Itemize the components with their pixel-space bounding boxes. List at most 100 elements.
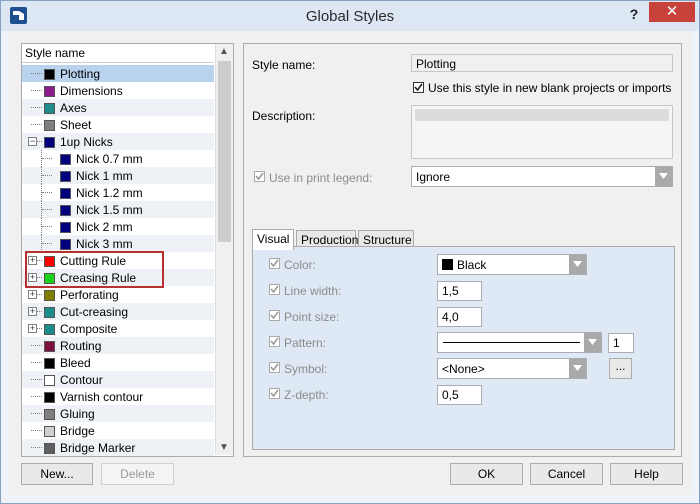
color-swatch-icon [44, 290, 55, 301]
color-swatch-icon [44, 103, 55, 114]
tree-item[interactable]: Sheet [22, 116, 214, 133]
expand-icon[interactable]: + [28, 290, 37, 299]
tree-item[interactable]: Plotting [22, 65, 214, 82]
help-button[interactable]: Help [610, 463, 683, 485]
tree-item-label: Nick 0.7 mm [76, 152, 143, 166]
chevron-down-icon[interactable] [569, 255, 586, 274]
pattern-dropdown[interactable] [437, 332, 602, 353]
tree-guide [31, 73, 42, 74]
tree-guide [31, 396, 42, 397]
scroll-down-arrow-icon[interactable]: ▼ [219, 442, 229, 453]
visual-option-checkbox[interactable] [269, 284, 280, 295]
point-size-field[interactable]: 4,0 [437, 307, 482, 327]
tree-item[interactable]: + Cut-creasing [22, 303, 214, 320]
color-swatch-icon [44, 443, 55, 454]
visual-option-checkbox[interactable] [269, 336, 280, 347]
color-swatch-icon [60, 154, 71, 165]
new-button[interactable]: New... [21, 463, 93, 485]
tree-item-label: Nick 1.2 mm [76, 186, 143, 200]
tree-guide [42, 158, 52, 159]
tree-item-label: Gluing [60, 407, 95, 421]
tree-item-label: Perforating [60, 288, 119, 302]
tree-guide [31, 90, 42, 91]
tree-item[interactable]: Bridge Marker [22, 439, 214, 456]
symbol-browse-button[interactable]: ... [609, 358, 632, 379]
tree-item[interactable]: Contour [22, 371, 214, 388]
tree-scrollbar[interactable]: ▲ ▼ [215, 44, 233, 455]
ok-button[interactable]: OK [450, 463, 523, 485]
scroll-thumb[interactable] [218, 61, 231, 242]
title-bar: Global Styles ? ✕ [1, 1, 699, 31]
tree-guide [42, 209, 52, 210]
cancel-button[interactable]: Cancel [530, 463, 603, 485]
tree-column-header[interactable]: Style name [22, 44, 214, 63]
tree-item[interactable]: Gluing [22, 405, 214, 422]
tree-item-label: Routing [60, 339, 102, 353]
tree-item[interactable]: Nick 1.5 mm [22, 201, 214, 218]
tree-item-label: Cut-creasing [60, 305, 129, 319]
color-dropdown[interactable]: Black [437, 254, 587, 275]
tree-item-label: Bridge [60, 424, 95, 438]
color-swatch-icon [60, 222, 71, 233]
tree-item[interactable]: Nick 0.7 mm [22, 150, 214, 167]
tree-item[interactable]: Nick 1.2 mm [22, 184, 214, 201]
use-in-new-checkbox[interactable] [413, 82, 424, 93]
visual-option-checkbox[interactable] [269, 258, 280, 269]
symbol-dropdown[interactable]: <None> [437, 358, 587, 379]
visual-tab-content: Color: Black Line width: 1,5 Point size: 4,0 P… [252, 246, 675, 450]
close-button[interactable]: ✕ [649, 2, 695, 22]
style-name-field[interactable]: Plotting [411, 54, 673, 72]
visual-option-checkbox[interactable] [269, 310, 280, 321]
tree-guide [37, 311, 42, 312]
tree-item[interactable]: Bridge [22, 422, 214, 439]
tree-item[interactable]: Routing [22, 337, 214, 354]
tree-item-label: Sheet [60, 118, 92, 132]
help-title-button[interactable]: ? [626, 6, 642, 24]
line-width-field[interactable]: 1,5 [437, 281, 482, 301]
color-swatch-icon [44, 86, 55, 97]
tree-item-label: 1up Nicks [60, 135, 113, 149]
color-swatch-icon [44, 426, 55, 437]
chevron-down-icon[interactable] [655, 167, 672, 186]
color-swatch-icon [44, 137, 55, 148]
color-swatch-icon [44, 392, 55, 403]
tree-item[interactable]: Varnish contour [22, 388, 214, 405]
color-swatch-icon [60, 171, 71, 182]
tree-item-label: Nick 1.5 mm [76, 203, 143, 217]
collapse-icon[interactable]: − [28, 137, 37, 146]
print-legend-dropdown[interactable]: Ignore [411, 166, 673, 187]
color-swatch-icon [60, 205, 71, 216]
window-title: Global Styles [305, 8, 395, 25]
global-styles-dialog: Global Styles ? ✕ Style name Plotting Dim… [0, 0, 700, 504]
expand-icon[interactable]: + [28, 307, 37, 316]
tree-item[interactable]: Dimensions [22, 82, 214, 99]
tree-item[interactable]: Bleed [22, 354, 214, 371]
chevron-down-icon[interactable] [584, 333, 601, 352]
tree-item[interactable]: + Composite [22, 320, 214, 337]
tree-item[interactable]: − 1up Nicks [22, 133, 214, 150]
tree-guide [31, 345, 42, 346]
tree-item-label: Plotting [60, 67, 101, 81]
style-tree[interactable]: Style name Plotting Dimensions Axes Sheet − 1… [21, 43, 234, 457]
scroll-up-arrow-icon[interactable]: ▲ [219, 46, 229, 57]
chevron-down-icon[interactable] [569, 359, 586, 378]
pattern-number-field[interactable]: 1 [608, 333, 634, 353]
tab-visual[interactable]: Visual [252, 229, 294, 250]
style-details-panel: Style name: Plotting Use this style in n… [243, 43, 682, 457]
tree-item[interactable]: Nick 3 mm [22, 235, 214, 252]
delete-button[interactable]: Delete [101, 463, 174, 485]
visual-option-checkbox[interactable] [269, 388, 280, 399]
tree-guide [31, 379, 42, 380]
tree-item[interactable]: Axes [22, 99, 214, 116]
tree-item[interactable]: Nick 2 mm [22, 218, 214, 235]
visual-option-checkbox[interactable] [269, 362, 280, 373]
zdepth-field[interactable]: 0,5 [437, 385, 482, 405]
expand-icon[interactable]: + [28, 324, 37, 333]
color-swatch-icon [44, 120, 55, 131]
tree-item[interactable]: + Perforating [22, 286, 214, 303]
print-legend-checkbox[interactable] [254, 171, 265, 182]
color-swatch-icon [60, 188, 71, 199]
description-field[interactable] [411, 105, 673, 159]
visual-option-label: Pattern: [284, 336, 327, 350]
tree-item[interactable]: Nick 1 mm [22, 167, 214, 184]
